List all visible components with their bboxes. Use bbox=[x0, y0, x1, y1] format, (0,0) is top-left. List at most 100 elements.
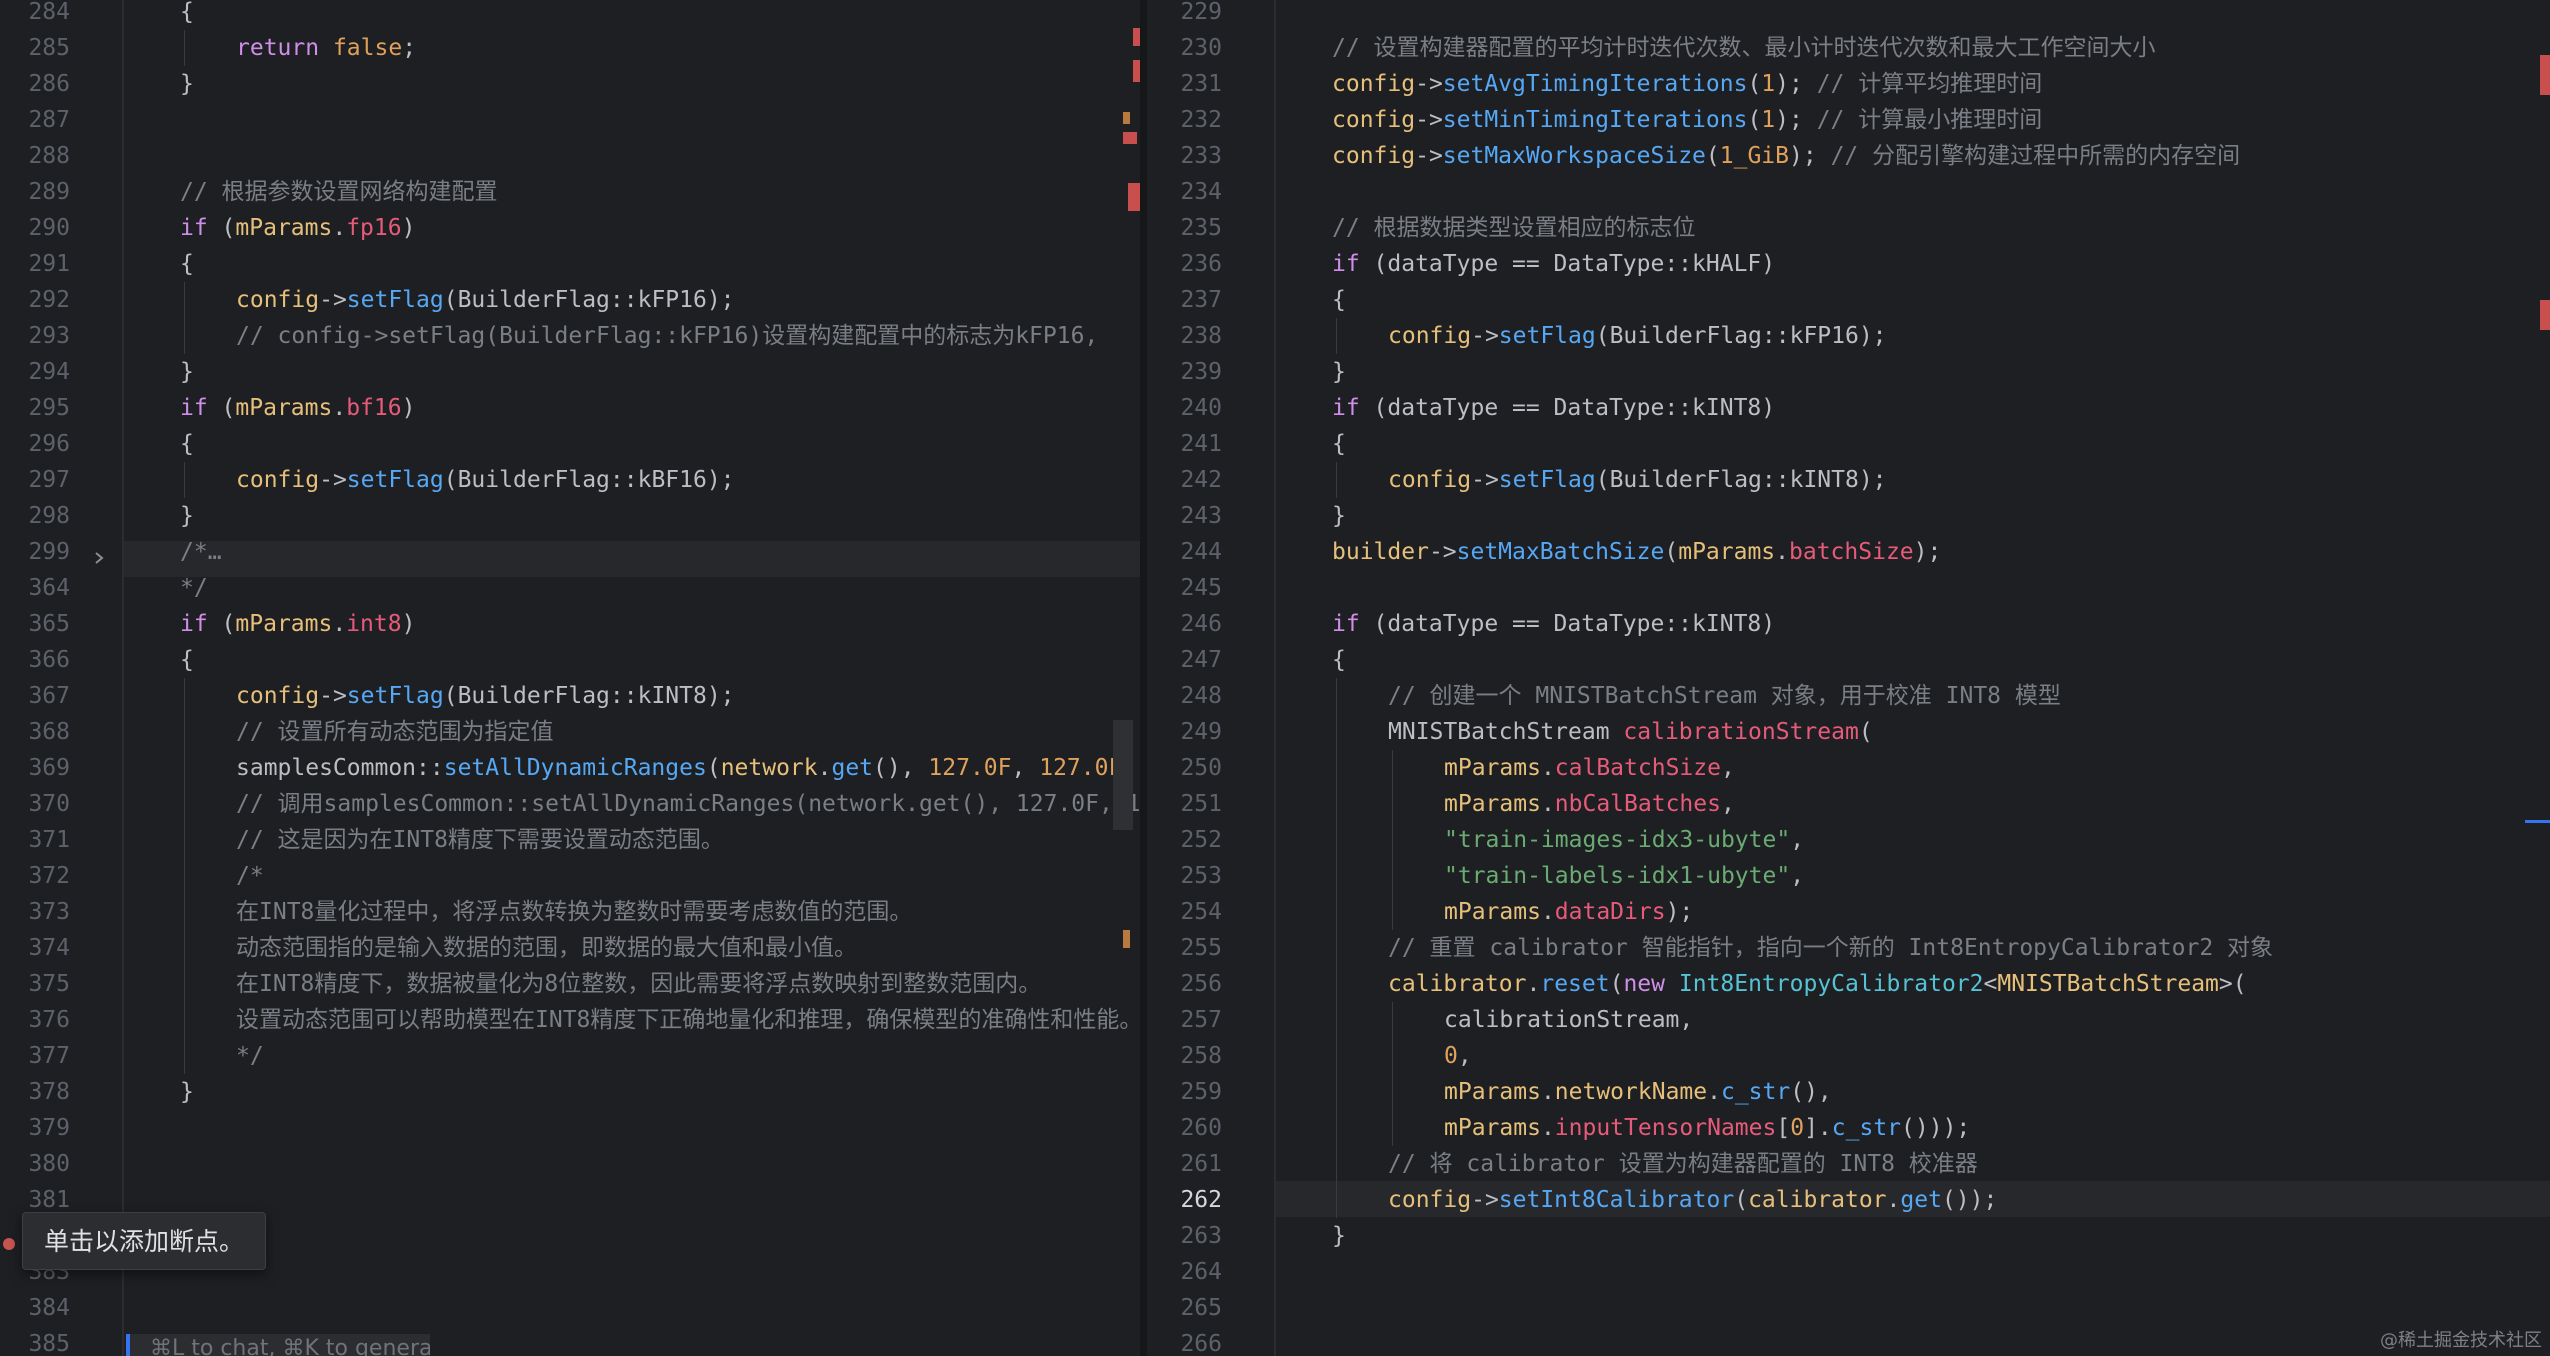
code-line[interactable]: /* bbox=[236, 858, 264, 894]
code-line[interactable]: { bbox=[1332, 426, 1346, 462]
code-line[interactable]: config->setAvgTimingIterations(1); // 计算… bbox=[1332, 66, 2042, 102]
line-number[interactable]: 368 bbox=[0, 714, 70, 750]
line-number[interactable]: 251 bbox=[1147, 786, 1222, 822]
line-number[interactable]: 262 bbox=[1147, 1182, 1222, 1218]
line-number[interactable]: 366 bbox=[0, 642, 70, 678]
code-line[interactable]: if (mParams.int8) bbox=[180, 606, 415, 642]
code-line[interactable]: config->setInt8Calibrator(calibrator.get… bbox=[1388, 1182, 1997, 1218]
warning-marker[interactable] bbox=[1123, 930, 1130, 948]
error-marker[interactable] bbox=[1128, 183, 1140, 211]
code-line[interactable]: } bbox=[180, 1074, 194, 1110]
line-number[interactable]: 261 bbox=[1147, 1146, 1222, 1182]
code-line[interactable]: // 重置 calibrator 智能指针，指向一个新的 Int8Entropy… bbox=[1388, 930, 2273, 966]
error-marker[interactable] bbox=[2540, 55, 2550, 95]
line-number[interactable]: 372 bbox=[0, 858, 70, 894]
code-line[interactable]: */ bbox=[180, 570, 208, 606]
code-line[interactable]: { bbox=[180, 426, 194, 462]
line-number[interactable]: 252 bbox=[1147, 822, 1222, 858]
error-marker[interactable] bbox=[1123, 132, 1137, 144]
line-number[interactable]: 373 bbox=[0, 894, 70, 930]
code-line[interactable]: } bbox=[1332, 498, 1346, 534]
line-number[interactable]: 239 bbox=[1147, 354, 1222, 390]
code-line[interactable]: "train-images-idx3-ubyte", bbox=[1444, 822, 1804, 858]
code-line[interactable]: 设置动态范围可以帮助模型在INT8精度下正确地量化和推理，确保模型的准确性和性能… bbox=[236, 1002, 1140, 1038]
code-line[interactable]: builder->setMaxBatchSize(mParams.batchSi… bbox=[1332, 534, 1941, 570]
line-number[interactable]: 250 bbox=[1147, 750, 1222, 786]
code-line[interactable]: // 设置所有动态范围为指定值 bbox=[236, 714, 554, 750]
code-line[interactable]: { bbox=[180, 642, 194, 678]
line-number[interactable]: 233 bbox=[1147, 138, 1222, 174]
line-number[interactable]: 377 bbox=[0, 1038, 70, 1074]
code-line[interactable]: 动态范围指的是输入数据的范围，即数据的最大值和最小值。 bbox=[236, 930, 857, 966]
line-number[interactable]: 291 bbox=[0, 246, 70, 282]
code-line[interactable]: 0, bbox=[1444, 1038, 1472, 1074]
line-number[interactable]: 231 bbox=[1147, 66, 1222, 102]
line-number[interactable]: 284 bbox=[0, 0, 70, 30]
code-line[interactable]: // 根据参数设置网络构建配置 bbox=[180, 174, 498, 210]
line-number[interactable]: 254 bbox=[1147, 894, 1222, 930]
line-number[interactable]: 286 bbox=[0, 66, 70, 102]
line-number[interactable]: 259 bbox=[1147, 1074, 1222, 1110]
code-line[interactable]: // 这是因为在INT8精度下需要设置动态范围。 bbox=[236, 822, 724, 858]
code-line[interactable]: } bbox=[180, 354, 194, 390]
line-number[interactable]: 237 bbox=[1147, 282, 1222, 318]
code-line[interactable]: MNISTBatchStream calibrationStream( bbox=[1388, 714, 1873, 750]
line-number[interactable]: 245 bbox=[1147, 570, 1222, 606]
code-line[interactable]: mParams.inputTensorNames[0].c_str())); bbox=[1444, 1110, 1970, 1146]
line-number[interactable]: 266 bbox=[1147, 1326, 1222, 1356]
line-number[interactable]: 242 bbox=[1147, 462, 1222, 498]
line-number[interactable]: 374 bbox=[0, 930, 70, 966]
code-line[interactable]: calibrationStream, bbox=[1444, 1002, 1693, 1038]
code-line[interactable]: "train-labels-idx1-ubyte", bbox=[1444, 858, 1804, 894]
code-line[interactable]: if (dataType == DataType::kINT8) bbox=[1332, 606, 1775, 642]
code-line[interactable]: config->setMaxWorkspaceSize(1_GiB); // 分… bbox=[1332, 138, 2240, 174]
code-line[interactable]: mParams.dataDirs); bbox=[1444, 894, 1693, 930]
code-line[interactable]: if (dataType == DataType::kINT8) bbox=[1332, 390, 1775, 426]
error-marker[interactable] bbox=[1133, 60, 1140, 82]
line-number[interactable]: 264 bbox=[1147, 1254, 1222, 1290]
code-line[interactable]: } bbox=[1332, 1218, 1346, 1254]
line-number[interactable]: 263 bbox=[1147, 1218, 1222, 1254]
error-marker[interactable] bbox=[2540, 300, 2550, 330]
line-number[interactable]: 364 bbox=[0, 570, 70, 606]
line-number[interactable]: 232 bbox=[1147, 102, 1222, 138]
code-line[interactable]: config->setFlag(BuilderFlag::kFP16); bbox=[236, 282, 735, 318]
warning-marker[interactable] bbox=[1123, 112, 1130, 124]
line-number[interactable]: 370 bbox=[0, 786, 70, 822]
line-number[interactable]: 240 bbox=[1147, 390, 1222, 426]
code-line[interactable]: { bbox=[1332, 282, 1346, 318]
line-number[interactable]: 289 bbox=[0, 174, 70, 210]
line-number[interactable]: 260 bbox=[1147, 1110, 1222, 1146]
code-line[interactable]: return false; bbox=[236, 30, 416, 66]
code-line[interactable]: config->setFlag(BuilderFlag::kINT8); bbox=[236, 678, 735, 714]
code-line[interactable]: mParams.calBatchSize, bbox=[1444, 750, 1735, 786]
line-number[interactable]: 229 bbox=[1147, 0, 1222, 30]
line-number[interactable]: 253 bbox=[1147, 858, 1222, 894]
line-number[interactable]: 258 bbox=[1147, 1038, 1222, 1074]
code-line[interactable]: calibrator.reset(new Int8EntropyCalibrat… bbox=[1388, 966, 2247, 1002]
line-number[interactable]: 238 bbox=[1147, 318, 1222, 354]
line-number[interactable]: 285 bbox=[0, 30, 70, 66]
code-line[interactable]: config->setFlag(BuilderFlag::kBF16); bbox=[236, 462, 735, 498]
code-line[interactable]: mParams.nbCalBatches, bbox=[1444, 786, 1735, 822]
line-number[interactable]: 298 bbox=[0, 498, 70, 534]
code-line[interactable]: config->setFlag(BuilderFlag::kINT8); bbox=[1388, 462, 1887, 498]
code-line[interactable]: { bbox=[180, 246, 194, 282]
fold-expand-icon[interactable] bbox=[92, 551, 106, 565]
breakpoint-hover-icon[interactable] bbox=[3, 1238, 15, 1250]
line-number[interactable]: 236 bbox=[1147, 246, 1222, 282]
line-number[interactable]: 295 bbox=[0, 390, 70, 426]
code-line[interactable]: 在INT8精度下，数据被量化为8位整数，因此需要将浮点数映射到整数范围内。 bbox=[236, 966, 1041, 1002]
code-line[interactable]: mParams.networkName.c_str(), bbox=[1444, 1074, 1832, 1110]
line-number[interactable]: 248 bbox=[1147, 678, 1222, 714]
code-line[interactable]: } bbox=[180, 66, 194, 102]
line-number[interactable]: 265 bbox=[1147, 1290, 1222, 1326]
code-line[interactable]: config->setMinTimingIterations(1); // 计算… bbox=[1332, 102, 2042, 138]
line-number[interactable]: 367 bbox=[0, 678, 70, 714]
code-line[interactable]: */ bbox=[236, 1038, 264, 1074]
code-line[interactable]: // 调用samplesCommon::setAllDynamicRanges(… bbox=[236, 786, 1140, 822]
line-number[interactable]: 369 bbox=[0, 750, 70, 786]
line-number[interactable]: 288 bbox=[0, 138, 70, 174]
line-number[interactable]: 235 bbox=[1147, 210, 1222, 246]
ai-chat-hint[interactable]: ⌘L to chat, ⌘K to generate bbox=[126, 1334, 430, 1356]
